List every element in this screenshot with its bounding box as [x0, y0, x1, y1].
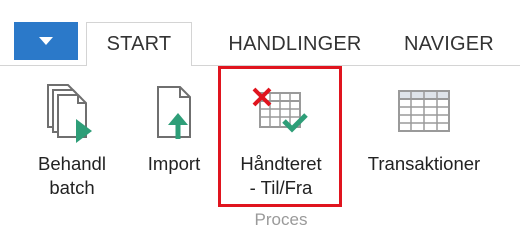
- group-label-proces: Proces: [254, 210, 308, 229]
- import-icon: [157, 86, 191, 139]
- behandl-batch-button[interactable]: Behandl batch: [22, 76, 122, 200]
- import-button[interactable]: Import: [134, 76, 214, 176]
- tab-navigate[interactable]: NAVIGER: [404, 24, 520, 64]
- tab-handlinger-label: HANDLINGER: [228, 32, 362, 55]
- app-menu-button[interactable]: [14, 22, 78, 60]
- import-label: Import: [147, 153, 201, 174]
- tab-handlinger[interactable]: HANDLINGER: [210, 24, 380, 64]
- highlight-frame: [218, 66, 342, 207]
- transaktioner-label: Transaktioner: [367, 153, 481, 174]
- chevron-down-icon: [39, 37, 53, 45]
- tab-navigate-label: NAVIGER: [404, 32, 494, 55]
- ribbon-tabbar: START HANDLINGER NAVIGER: [0, 0, 520, 66]
- transaktioner-button[interactable]: Transaktioner: [344, 76, 504, 176]
- grid-icon: [398, 90, 450, 132]
- behandl-batch-label-line1: Behandl: [38, 153, 106, 174]
- ribbon: START HANDLINGER NAVIGER Behandl batch I…: [0, 0, 520, 240]
- tab-start[interactable]: START: [86, 22, 192, 66]
- tab-start-label: START: [106, 33, 172, 55]
- behandl-batch-label-line2: batch: [49, 177, 95, 198]
- batch-documents-icon: [47, 84, 92, 143]
